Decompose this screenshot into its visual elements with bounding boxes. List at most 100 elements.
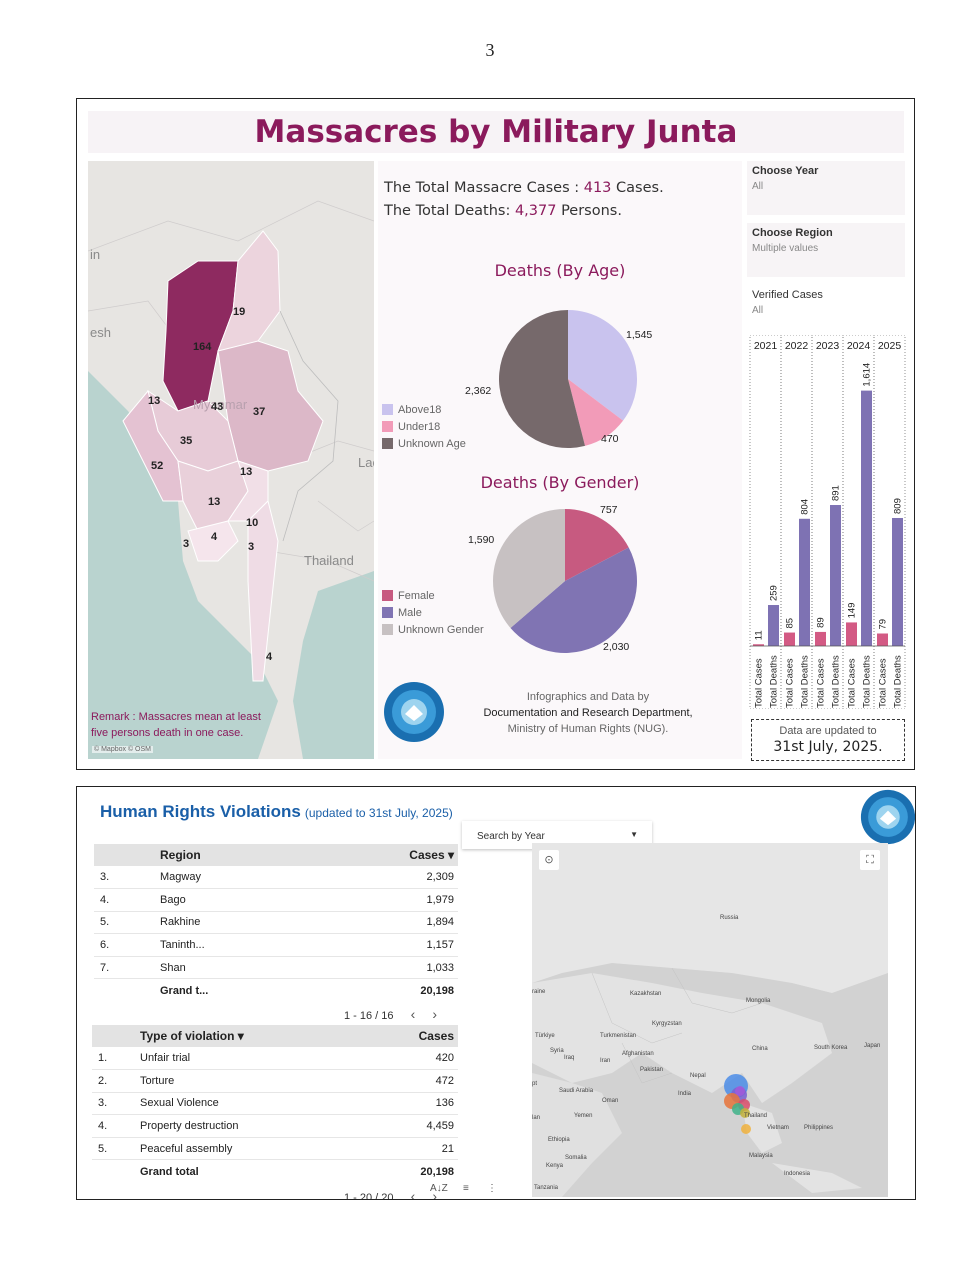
map-label: Oman bbox=[602, 1098, 619, 1104]
totals-text: The Total Massacre Cases : 413 Cases. Th… bbox=[384, 180, 664, 219]
series-axis-label: Total Cases bbox=[816, 658, 827, 708]
filter-icon[interactable]: ≡ bbox=[463, 1183, 469, 1194]
table-row[interactable]: 4. Property destruction 4,459 bbox=[92, 1114, 458, 1138]
verified-filter[interactable]: Verified Cases All bbox=[747, 285, 905, 320]
legend-swatch bbox=[382, 404, 393, 415]
region-filter[interactable]: Choose Region Multiple values bbox=[747, 223, 905, 277]
summary-panel: The Total Massacre Cases : 413 Cases. Th… bbox=[378, 161, 742, 759]
pie-value-label: 1,545 bbox=[626, 329, 653, 341]
human-rights-violations-panel: Human Rights Violations (updated to 31st … bbox=[76, 786, 916, 1200]
yearly-bar-chart: 2021 11 Total Cases 259 Total Deaths 2022 85 To… bbox=[749, 335, 906, 709]
table-row[interactable]: 3. Sexual Violence 136 bbox=[92, 1092, 458, 1116]
legend-swatch bbox=[382, 590, 393, 601]
violation-column-header[interactable]: Type of violation ▾ bbox=[140, 1025, 371, 1047]
map-label: Indonesia bbox=[784, 1171, 811, 1177]
map-value: 43 bbox=[211, 401, 224, 413]
series-axis-label: Total Deaths bbox=[800, 655, 811, 708]
region-table: Region Cases ▾ 3. Magway 2,309 4. Bago 1,979… bbox=[94, 844, 458, 1002]
grand-total-row: Grand total 20,198 bbox=[140, 1165, 454, 1178]
bar-value-label: 891 bbox=[831, 485, 842, 501]
bar-total-cases[interactable] bbox=[815, 631, 826, 646]
more-options-icon[interactable]: ⋮ bbox=[487, 1183, 497, 1194]
table-row[interactable]: 1. Unfair trial 420 bbox=[92, 1047, 458, 1071]
map-label: Kazakhstan bbox=[630, 991, 662, 997]
bar-value-label: 85 bbox=[785, 618, 796, 629]
next-page-icon[interactable]: › bbox=[432, 1006, 437, 1022]
map-value: 37 bbox=[253, 406, 266, 418]
table-row[interactable]: 5. Rakhine 1,894 bbox=[94, 911, 458, 935]
map-value: 164 bbox=[193, 341, 212, 353]
region-pager: 1 - 16 / 16 ‹ › bbox=[344, 1006, 438, 1022]
map-label: India bbox=[678, 1091, 692, 1097]
region-column-header[interactable]: Region bbox=[160, 844, 309, 866]
fullscreen-icon[interactable]: ⛶ bbox=[860, 850, 880, 870]
map-label: Saudi Arabia bbox=[559, 1088, 594, 1094]
table-row[interactable]: 6. Taninth... 1,157 bbox=[94, 933, 458, 957]
legend-item: Above18 bbox=[382, 401, 466, 418]
massacre-infographic: Massacres by Military Junta in esh Myanm… bbox=[76, 98, 915, 770]
table-row[interactable]: 2. Torture 472 bbox=[92, 1069, 458, 1093]
bar-total-cases[interactable] bbox=[846, 622, 857, 646]
bar-total-cases[interactable] bbox=[877, 633, 888, 646]
series-axis-label: Total Cases bbox=[847, 658, 858, 708]
age-legend: Above18 Under18 Unknown Age bbox=[382, 401, 466, 452]
year-label: 2022 bbox=[785, 340, 809, 352]
map-select-icon[interactable]: ⊙ bbox=[539, 850, 559, 870]
year-label: 2021 bbox=[754, 340, 778, 352]
table-row[interactable]: 5. Peaceful assembly 21 bbox=[92, 1137, 458, 1161]
violation-table: Type of violation ▾ Cases 1. Unfair trial… bbox=[92, 1025, 458, 1183]
cases-column-header[interactable]: Cases ▾ bbox=[308, 844, 458, 866]
pie-value-label: 2,362 bbox=[465, 385, 492, 397]
map-label: raine bbox=[532, 989, 546, 995]
map-place-india: in bbox=[90, 247, 101, 262]
bar-value-label: 259 bbox=[769, 585, 780, 601]
map-value: 10 bbox=[246, 517, 259, 529]
map-value: 52 bbox=[151, 460, 164, 472]
bar-total-deaths[interactable] bbox=[861, 390, 872, 646]
map-label: Ethiopia bbox=[548, 1137, 570, 1143]
myanmar-map[interactable]: in esh Myanmar Lao Thailand 19 164 13 43… bbox=[88, 161, 374, 759]
age-pie-chart[interactable] bbox=[488, 299, 648, 459]
map-remark: Remark : Massacres mean at least five pe… bbox=[91, 711, 261, 739]
bar-total-deaths[interactable] bbox=[830, 505, 841, 646]
series-axis-label: Total Cases bbox=[878, 658, 889, 708]
legend-swatch bbox=[382, 438, 393, 449]
map-value: 13 bbox=[240, 466, 253, 478]
age-chart-title: Deaths (By Age) bbox=[494, 261, 626, 280]
violations-world-map[interactable]: Russia Kazakhstan Mongolia Kyrgyzstan Tu… bbox=[532, 843, 888, 1197]
gender-legend: Female Male Unknown Gender bbox=[382, 587, 484, 638]
table-row[interactable]: 4. Bago 1,979 bbox=[94, 888, 458, 912]
legend-item: Under18 bbox=[382, 418, 466, 435]
cases-column-header[interactable]: Cases bbox=[370, 1025, 458, 1047]
map-label: Japan bbox=[864, 1043, 881, 1049]
bar-total-deaths[interactable] bbox=[799, 518, 810, 646]
total-deaths-value: 4,377 bbox=[514, 203, 557, 219]
legend-swatch bbox=[382, 607, 393, 618]
bar-total-cases[interactable] bbox=[784, 632, 795, 646]
series-axis-label: Total Deaths bbox=[769, 655, 780, 708]
year-label: 2024 bbox=[847, 340, 871, 352]
table-row[interactable]: 7. Shan 1,033 bbox=[94, 956, 458, 980]
map-value: 3 bbox=[248, 541, 255, 553]
bar-value-label: 1,614 bbox=[862, 363, 873, 387]
bar-total-deaths[interactable] bbox=[768, 605, 779, 646]
year-label: 2023 bbox=[816, 340, 840, 352]
map-label: Afghanistan bbox=[622, 1051, 654, 1057]
map-label: Pakistan bbox=[640, 1067, 664, 1073]
map-label: pt bbox=[532, 1081, 538, 1087]
prev-page-icon[interactable]: ‹ bbox=[411, 1006, 416, 1022]
prev-page-icon[interactable]: ‹ bbox=[411, 1188, 416, 1199]
map-attribution[interactable]: © Mapbox © OSM bbox=[92, 746, 153, 753]
year-filter[interactable]: Choose Year All bbox=[747, 161, 905, 215]
map-bubble[interactable] bbox=[735, 1086, 745, 1096]
map-bubble[interactable] bbox=[741, 1124, 751, 1134]
gender-chart-title: Deaths (By Gender) bbox=[480, 473, 640, 492]
legend-item: Unknown Gender bbox=[382, 621, 484, 638]
page-number: 3 bbox=[485, 40, 495, 60]
gender-pie-chart[interactable] bbox=[485, 501, 645, 661]
map-value: 19 bbox=[233, 306, 246, 318]
table-row[interactable]: 3. Magway 2,309 bbox=[94, 866, 458, 890]
total-cases-value: 413 bbox=[583, 180, 612, 196]
sort-az-icon[interactable]: A↓Z bbox=[430, 1183, 448, 1194]
bar-total-deaths[interactable] bbox=[892, 517, 903, 646]
